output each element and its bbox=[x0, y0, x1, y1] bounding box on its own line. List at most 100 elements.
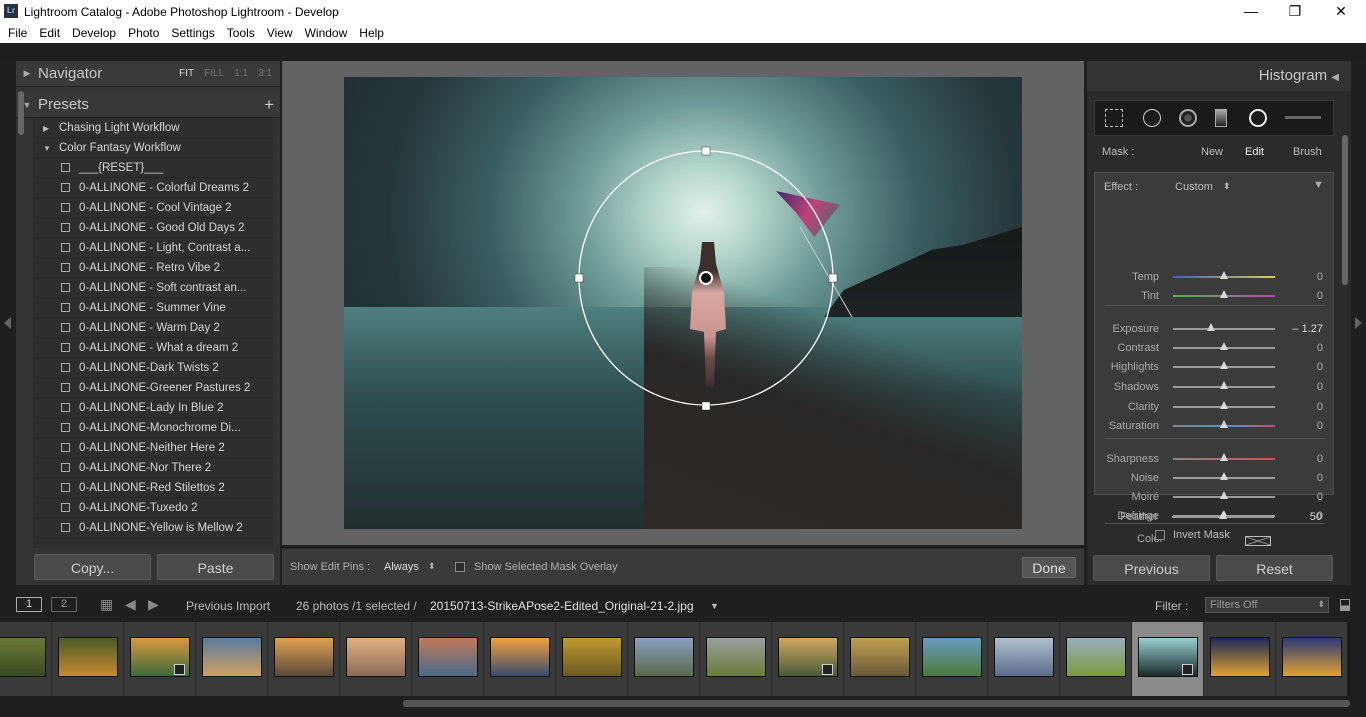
filmstrip-thumbnail[interactable] bbox=[844, 622, 916, 696]
filmstrip-thumbnail[interactable] bbox=[1132, 622, 1204, 696]
menu-item-window[interactable]: Window bbox=[299, 26, 354, 40]
radial-filter-icon[interactable] bbox=[1249, 109, 1267, 127]
top-panel-toggle[interactable] bbox=[0, 43, 1366, 60]
left-scrollbar[interactable] bbox=[18, 91, 24, 135]
slider-track[interactable] bbox=[1173, 328, 1275, 330]
slider-knob[interactable] bbox=[1220, 290, 1228, 298]
zoom-option[interactable]: FIT bbox=[179, 68, 194, 79]
filmstrip-thumbnail[interactable] bbox=[556, 622, 628, 696]
preset-item[interactable]: 0-ALLINONE - What a dream 2 bbox=[33, 338, 273, 358]
slider-value[interactable]: 0 bbox=[1283, 491, 1323, 503]
right-scrollbar[interactable] bbox=[1342, 135, 1348, 285]
preset-item[interactable]: 0-ALLINONE-Neither Here 2 bbox=[33, 438, 273, 458]
preset-item[interactable]: ___{RESET}___ bbox=[33, 158, 273, 178]
histogram-header[interactable]: Histogram ◀ bbox=[1087, 61, 1351, 91]
preset-item[interactable]: 0-ALLINONE-Nor There 2 bbox=[33, 458, 273, 478]
slider-clarity[interactable]: Clarity 0 bbox=[1095, 398, 1335, 416]
slider-value[interactable]: – 1.27 bbox=[1283, 323, 1323, 335]
menu-item-help[interactable]: Help bbox=[353, 26, 390, 40]
mask-new-button[interactable]: New bbox=[1201, 146, 1223, 158]
slider-knob[interactable] bbox=[1206, 323, 1215, 331]
presets-header[interactable]: ▼ Presets + bbox=[16, 92, 280, 118]
filmstrip-thumbnail[interactable] bbox=[628, 622, 700, 696]
adjustment-brush-icon[interactable] bbox=[1285, 116, 1321, 119]
navigator-header[interactable]: ▶ Navigator FIT FILL 1:1 3:1 bbox=[16, 61, 280, 87]
feather-slider[interactable]: Feather 50 bbox=[1094, 508, 1334, 526]
menu-item-edit[interactable]: Edit bbox=[33, 26, 66, 40]
slider-value[interactable]: 0 bbox=[1283, 472, 1323, 484]
filmstrip-scrollbar[interactable] bbox=[403, 700, 1350, 707]
filmstrip-thumbnail[interactable] bbox=[268, 622, 340, 696]
filmstrip-thumbnail[interactable] bbox=[1276, 622, 1348, 696]
preset-item[interactable]: 0-ALLINONE - Soft contrast an... bbox=[33, 278, 273, 298]
grid-view-icon[interactable]: ▦ bbox=[100, 596, 113, 613]
slider-knob[interactable] bbox=[1220, 401, 1228, 409]
slider-moir[interactable]: Moiré 0 bbox=[1095, 488, 1335, 506]
slider-shadows[interactable]: Shadows 0 bbox=[1095, 378, 1335, 396]
slider-saturation[interactable]: Saturation 0 bbox=[1095, 417, 1335, 435]
filmstrip-thumbnail[interactable] bbox=[0, 622, 52, 696]
slider-tint[interactable]: Tint 0 bbox=[1095, 287, 1335, 305]
filmstrip-thumbnail[interactable] bbox=[484, 622, 556, 696]
crop-overlay-icon[interactable] bbox=[1105, 109, 1123, 127]
restore-button[interactable]: ❐ bbox=[1272, 0, 1318, 23]
selected-filename[interactable]: 20150713-StrikeAPose2-Edited_Original-21… bbox=[430, 599, 694, 613]
preset-item[interactable]: 0-ALLINONE - Light, Contrast a... bbox=[33, 238, 273, 258]
right-panel-toggle-icon[interactable] bbox=[1355, 317, 1362, 329]
preset-folder[interactable]: ▼ Color Fantasy Workflow bbox=[33, 138, 273, 158]
feather-knob[interactable] bbox=[1219, 511, 1227, 519]
slider-sharpness[interactable]: Sharpness 0 bbox=[1095, 450, 1335, 468]
effect-collapse-icon[interactable]: ▼ bbox=[1313, 179, 1324, 191]
dropdown-arrow-icon[interactable]: ⬍ bbox=[1223, 181, 1231, 192]
slider-value[interactable]: 0 bbox=[1283, 342, 1323, 354]
zoom-option[interactable]: 1:1 bbox=[234, 68, 248, 79]
mask-handle-left[interactable] bbox=[574, 273, 584, 283]
slider-contrast[interactable]: Contrast 0 bbox=[1095, 339, 1335, 357]
dropdown-arrow-icon[interactable]: ⬍ bbox=[428, 561, 436, 572]
menu-item-tools[interactable]: Tools bbox=[221, 26, 261, 40]
left-panel-toggle-icon[interactable] bbox=[4, 317, 11, 329]
filmstrip-thumbnail[interactable] bbox=[52, 622, 124, 696]
filter-dropdown[interactable]: Filters Off ⬍ bbox=[1205, 597, 1329, 613]
source-label[interactable]: Previous Import bbox=[186, 599, 270, 613]
preset-item[interactable]: 0-ALLINONE-Red Stilettos 2 bbox=[33, 478, 273, 498]
filmstrip-thumbnail[interactable] bbox=[772, 622, 844, 696]
menu-item-photo[interactable]: Photo bbox=[122, 26, 165, 40]
spot-removal-icon[interactable] bbox=[1143, 109, 1161, 127]
menu-item-file[interactable]: File bbox=[2, 26, 33, 40]
red-eye-icon[interactable] bbox=[1179, 109, 1197, 127]
menu-item-develop[interactable]: Develop bbox=[66, 26, 122, 40]
main-window-button[interactable]: 1 bbox=[16, 597, 42, 612]
preset-item[interactable]: 0-ALLINONE - Cool Vintage 2 bbox=[33, 198, 273, 218]
slider-value[interactable]: 0 bbox=[1283, 401, 1323, 413]
edit-pins-dropdown[interactable]: Always bbox=[384, 561, 419, 573]
back-arrow-icon[interactable]: ◀ bbox=[125, 596, 136, 613]
slider-value[interactable]: 0 bbox=[1283, 381, 1323, 393]
slider-knob[interactable] bbox=[1220, 491, 1228, 499]
slider-knob[interactable] bbox=[1220, 453, 1228, 461]
preset-item[interactable]: 0-ALLINONE-Tuxedo 2 bbox=[33, 498, 273, 518]
filmstrip-thumbnail[interactable] bbox=[412, 622, 484, 696]
zoom-option[interactable]: 3:1 bbox=[258, 68, 272, 79]
preset-item[interactable]: 0-ALLINONE-Monochrome Di... bbox=[33, 418, 273, 438]
add-preset-icon[interactable]: + bbox=[264, 95, 280, 115]
filmstrip-thumbnail[interactable] bbox=[700, 622, 772, 696]
preset-item[interactable]: 0-ALLINONE - Colorful Dreams 2 bbox=[33, 178, 273, 198]
effect-dropdown[interactable]: Custom bbox=[1175, 181, 1213, 193]
preset-folder[interactable]: ▶ Chasing Light Workflow bbox=[33, 118, 273, 138]
preset-item[interactable]: 0-ALLINONE - Good Old Days 2 bbox=[33, 218, 273, 238]
filmstrip-thumbnail[interactable] bbox=[340, 622, 412, 696]
mask-pin-icon[interactable] bbox=[699, 271, 713, 285]
slider-exposure[interactable]: Exposure – 1.27 bbox=[1095, 320, 1335, 338]
slider-value[interactable]: 0 bbox=[1283, 290, 1323, 302]
preset-item[interactable]: 0-ALLINONE - Warm Day 2 bbox=[33, 318, 273, 338]
preset-item[interactable]: 0-ALLINONE-Lady In Blue 2 bbox=[33, 398, 273, 418]
slider-knob[interactable] bbox=[1220, 420, 1228, 428]
preset-item[interactable]: 0-ALLINONE - Retro Vibe 2 bbox=[33, 258, 273, 278]
filmstrip-thumbnail[interactable] bbox=[196, 622, 268, 696]
graduated-filter-icon[interactable] bbox=[1215, 109, 1227, 127]
slider-highlights[interactable]: Highlights 0 bbox=[1095, 358, 1335, 376]
invert-mask-checkbox[interactable] bbox=[1155, 530, 1165, 540]
slider-knob[interactable] bbox=[1220, 342, 1228, 350]
filmstrip-thumbnail[interactable] bbox=[124, 622, 196, 696]
